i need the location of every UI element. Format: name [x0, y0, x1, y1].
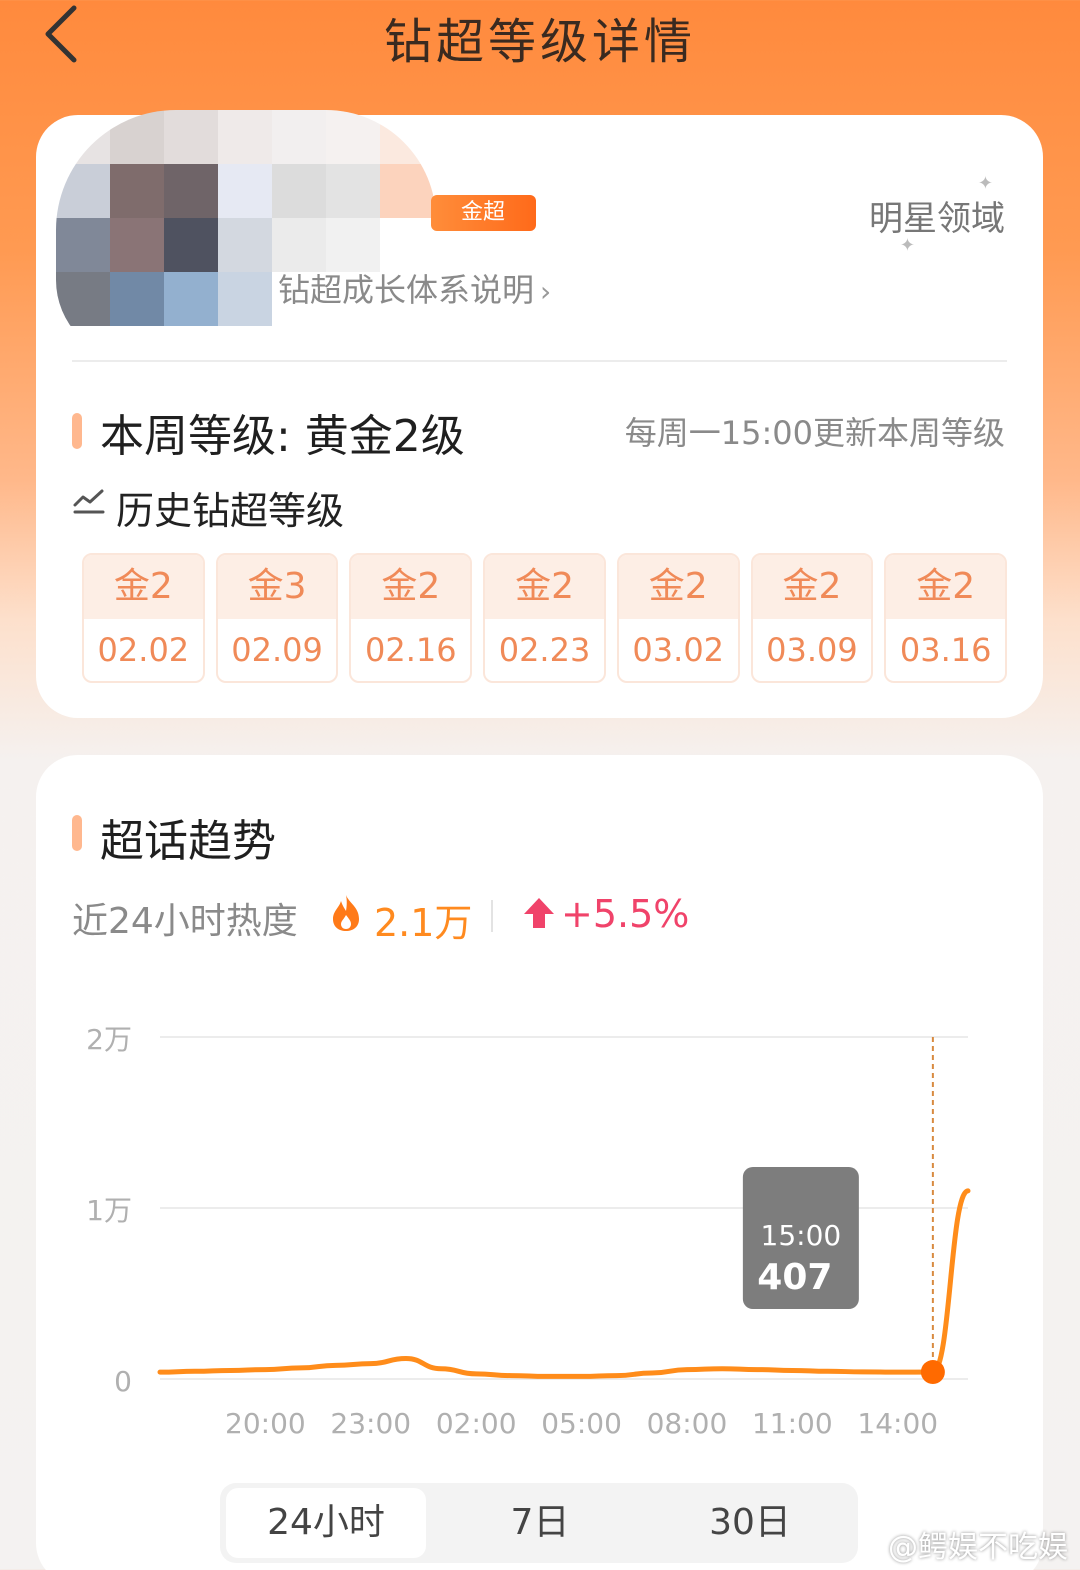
history-level: 金2 [84, 555, 203, 619]
history-item: 金2 03.16 [884, 553, 1008, 683]
data-point [920, 1360, 945, 1385]
tab-30d[interactable]: 30日 [650, 1488, 850, 1558]
divider [72, 360, 1007, 362]
history-date: 02.09 [231, 631, 323, 669]
up-arrow-icon [524, 898, 554, 928]
divider [491, 900, 493, 932]
heat-change: +5.5% [561, 892, 690, 936]
level-card: 金超 钻超成长体系说明 › ✦ ✦ 明星领域 本周等级: 黄金2级 每周一15:0… [36, 110, 1043, 718]
star-domain-label: 明星领域 [869, 199, 1005, 239]
trend-title: 超话趋势 [100, 816, 276, 867]
section-marker [72, 815, 82, 851]
week-level: 本周等级: 黄金2级 [100, 411, 465, 462]
tab-7d[interactable]: 7日 [440, 1488, 640, 1558]
page-title: 钻超等级详情 [383, 14, 696, 70]
avatar-censored [56, 110, 436, 360]
history-item: 金2 03.09 [750, 553, 874, 683]
tab-24h[interactable]: 24小时 [226, 1488, 426, 1558]
tooltip-value: 407 [757, 1257, 832, 1298]
history-level: 金2 [485, 555, 604, 619]
history-title: 历史钻超等级 [116, 489, 345, 533]
y-tick-label: 0 [114, 1365, 132, 1398]
history-item: 金2 03.02 [616, 553, 740, 683]
x-tick-label: 02:00 [436, 1407, 517, 1440]
history-date: 03.02 [632, 631, 725, 669]
y-tick-label: 1万 [86, 1194, 132, 1227]
growth-link-label: 钻超成长体系说明 [278, 271, 535, 309]
tooltip-time: 15:00 [761, 1219, 842, 1252]
history-level: 金2 [618, 555, 738, 619]
chevron-right-icon: › [540, 275, 552, 308]
history-level: 金2 [886, 555, 1006, 619]
update-note: 每周一15:00更新本周等级 [624, 414, 1005, 452]
history-level: 金2 [752, 555, 872, 619]
range-tabs: 24小时 7日 30日 [220, 1483, 858, 1563]
history-item: 金3 02.09 [215, 553, 339, 683]
watermark: @鳄娱不吃娱 [888, 1530, 1068, 1565]
gold-super-badge: 金超 [431, 195, 536, 231]
nav-bar: 钻超等级详情 [0, 0, 1080, 80]
trend-chart-icon [73, 489, 105, 514]
history-level: 金2 [351, 555, 471, 619]
history-date: 02.23 [498, 631, 591, 669]
history-date: 02.02 [97, 631, 190, 669]
x-tick-label: 20:00 [225, 1407, 306, 1440]
y-tick-label: 2万 [86, 1023, 132, 1056]
history-item: 金2 02.23 [483, 553, 606, 683]
history-date: 03.09 [766, 631, 858, 669]
x-tick-label: 08:00 [647, 1407, 728, 1440]
growth-system-link[interactable]: 钻超成长体系说明 › [278, 265, 551, 311]
history-item: 金2 02.16 [349, 553, 473, 683]
x-tick-label: 11:00 [752, 1407, 833, 1440]
heat-trend-chart[interactable]: 0 1万 2万 20:00 23:00 02:00 05:00 08:00 11:00 14:00… [36, 995, 1043, 1455]
x-tick-label: 05:00 [541, 1407, 622, 1440]
section-marker [72, 413, 82, 449]
history-level-list: 金2 02.02 金3 02.09 金2 02.16 金2 02.23 金2 03.02 … [82, 553, 1008, 683]
heat-value: 2.1万 [374, 901, 473, 945]
x-tick-label: 14:00 [857, 1407, 938, 1440]
x-tick-label: 23:00 [330, 1407, 411, 1440]
history-date: 03.16 [899, 631, 992, 669]
history-level: 金3 [217, 555, 337, 619]
heat-label: 近24小时热度 [72, 901, 298, 942]
history-date: 02.16 [364, 631, 457, 669]
history-item: 金2 02.02 [82, 553, 205, 683]
flame-icon [333, 895, 359, 931]
trend-card: 超话趋势 近24小时热度 2.1万 +5.5% 0 1万 2万 20:00 23:00 0… [36, 755, 1043, 1570]
